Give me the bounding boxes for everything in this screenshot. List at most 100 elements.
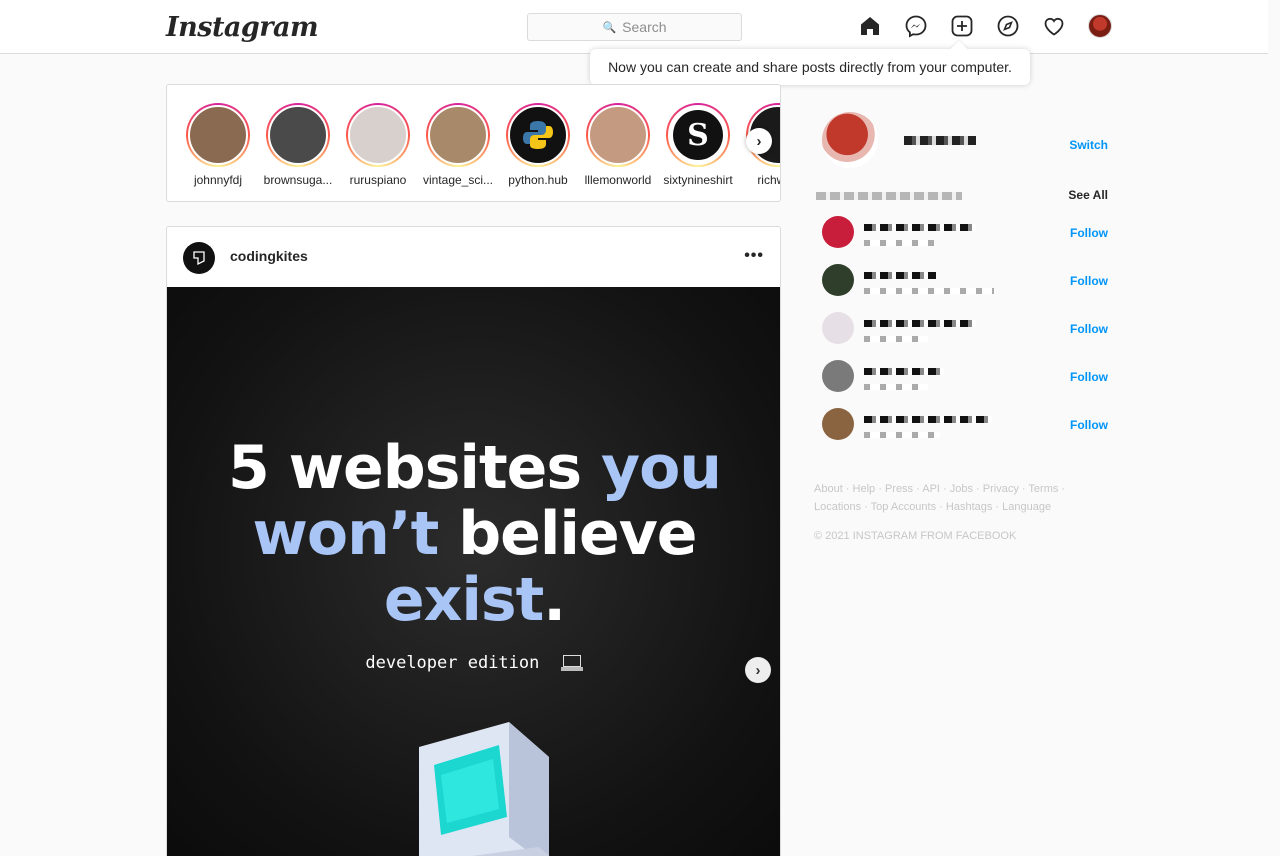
new-post-icon[interactable] — [950, 14, 974, 38]
footer-link-api[interactable]: API — [922, 483, 940, 495]
sixtynine-logo-icon: S — [673, 110, 723, 160]
instagram-logo[interactable]: Instagram — [166, 12, 319, 43]
suggestion-subtitle-redacted — [864, 240, 934, 246]
post-header: codingkites ••• — [167, 227, 780, 287]
story-item[interactable]: ruruspiano — [338, 103, 418, 187]
suggestion-row: Follow — [814, 408, 1108, 448]
suggestion-subtitle-redacted — [864, 432, 940, 438]
chevron-right-icon: › — [755, 661, 761, 679]
suggestion-username-redacted — [864, 368, 944, 375]
python-logo-icon — [523, 121, 553, 149]
kite-logo-icon — [193, 251, 205, 266]
tooltip-text: Now you can create and share posts direc… — [608, 59, 1012, 75]
retro-computer-illustration — [419, 722, 550, 856]
suggestion-row: Follow — [814, 216, 1108, 256]
suggestion-avatar[interactable] — [822, 216, 854, 248]
headline-text: 5 websites — [227, 433, 601, 503]
heart-icon[interactable] — [1042, 14, 1066, 38]
suggestion-avatar[interactable] — [822, 312, 854, 344]
story-username: sixtynineshirt — [663, 173, 733, 187]
headline-text: exist — [383, 565, 544, 635]
feed-post: codingkites ••• 5 websites you won’t bel… — [166, 226, 781, 856]
current-user-avatar[interactable] — [822, 112, 878, 168]
suggestions-header: See All — [814, 188, 1108, 204]
subtitle-text: developer edition — [365, 653, 540, 673]
post-image-subtitle: developer edition — [167, 653, 780, 673]
explore-icon[interactable] — [996, 14, 1020, 38]
story-avatar: S — [668, 105, 728, 165]
story-item[interactable]: python.hub — [498, 103, 578, 187]
post-image[interactable]: 5 websites you won’t believe exist. deve… — [167, 287, 780, 856]
footer-link-privacy[interactable]: Privacy — [983, 483, 1019, 495]
story-avatar — [428, 105, 488, 165]
story-username: python.hub — [508, 173, 568, 187]
footer-links: About · Help · Press · API · Jobs · Priv… — [814, 483, 1066, 513]
search-placeholder: Search — [622, 19, 667, 35]
suggestion-username-redacted — [864, 272, 936, 279]
profile-avatar-icon[interactable] — [1088, 14, 1112, 38]
stories-tray: johnnyfdj brownsuga... ruruspiano vintag… — [166, 84, 781, 202]
footer-link-press[interactable]: Press — [885, 483, 913, 495]
see-all-button[interactable]: See All — [1068, 188, 1108, 202]
footer-link-top-accounts[interactable]: Top Accounts — [871, 501, 936, 513]
story-item[interactable]: brownsuga... — [258, 103, 338, 187]
suggestion-username-redacted — [864, 416, 992, 423]
carousel-next-button[interactable]: › — [745, 657, 771, 683]
story-item[interactable]: lllemonworld — [578, 103, 658, 187]
follow-button[interactable]: Follow — [1070, 226, 1108, 240]
headline-text: . — [543, 565, 566, 635]
post-image-headline: 5 websites you won’t believe exist. — [167, 433, 780, 635]
story-username: ruruspiano — [349, 173, 407, 187]
suggestion-subtitle-redacted — [864, 288, 994, 294]
create-post-tooltip: Now you can create and share posts direc… — [590, 49, 1030, 85]
home-icon[interactable] — [858, 14, 882, 38]
post-more-options-button[interactable]: ••• — [744, 247, 764, 265]
headline-text: won’t — [252, 499, 459, 569]
search-input[interactable]: 🔍 Search — [527, 13, 742, 41]
story-username: richweb — [757, 173, 780, 187]
story-avatar — [268, 105, 328, 165]
story-item[interactable]: johnnyfdj — [178, 103, 258, 187]
headline-text: you — [600, 433, 722, 503]
suggestion-username-redacted — [864, 320, 976, 327]
post-author-username[interactable]: codingkites — [230, 248, 308, 264]
follow-button[interactable]: Follow — [1070, 274, 1108, 288]
story-item[interactable]: S sixtynineshirt — [658, 103, 738, 187]
story-username: brownsuga... — [263, 173, 333, 187]
story-username: vintage_sci... — [422, 173, 494, 187]
footer-link-about[interactable]: About — [814, 483, 843, 495]
footer-link-help[interactable]: Help — [853, 483, 876, 495]
stories-next-button[interactable]: › — [746, 128, 772, 154]
follow-button[interactable]: Follow — [1070, 322, 1108, 336]
story-avatar — [188, 105, 248, 165]
suggestion-avatar[interactable] — [822, 360, 854, 392]
messenger-icon[interactable] — [904, 14, 928, 38]
footer-link-terms[interactable]: Terms — [1028, 483, 1058, 495]
story-item[interactable]: vintage_sci... — [418, 103, 498, 187]
follow-button[interactable]: Follow — [1070, 418, 1108, 432]
suggestion-avatar[interactable] — [822, 408, 854, 440]
suggestion-subtitle-redacted — [864, 384, 928, 390]
suggestion-row: Follow — [814, 360, 1108, 400]
search-icon: 🔍 — [602, 21, 617, 34]
top-navigation-bar: Instagram 🔍 Search — [0, 0, 1268, 54]
chevron-right-icon: › — [756, 132, 762, 150]
switch-account-button[interactable]: Switch — [1069, 138, 1108, 152]
suggestion-subtitle-redacted — [864, 336, 928, 342]
footer-link-locations[interactable]: Locations — [814, 501, 861, 513]
nav-icons — [858, 14, 1112, 38]
story-avatar — [588, 105, 648, 165]
footer-link-jobs[interactable]: Jobs — [950, 483, 973, 495]
suggestion-username-redacted — [864, 224, 976, 231]
footer-link-hashtags[interactable]: Hashtags — [946, 501, 992, 513]
current-user-name-redacted — [904, 136, 976, 145]
headline-text: believe — [458, 499, 697, 569]
footer-link-language[interactable]: Language — [1002, 501, 1051, 513]
story-avatar — [348, 105, 408, 165]
post-author-avatar[interactable] — [183, 242, 215, 274]
follow-button[interactable]: Follow — [1070, 370, 1108, 384]
current-user-row: Switch — [814, 112, 1108, 168]
suggestion-row: Follow — [814, 264, 1108, 304]
suggestions-title-redacted — [816, 192, 962, 200]
suggestion-avatar[interactable] — [822, 264, 854, 296]
